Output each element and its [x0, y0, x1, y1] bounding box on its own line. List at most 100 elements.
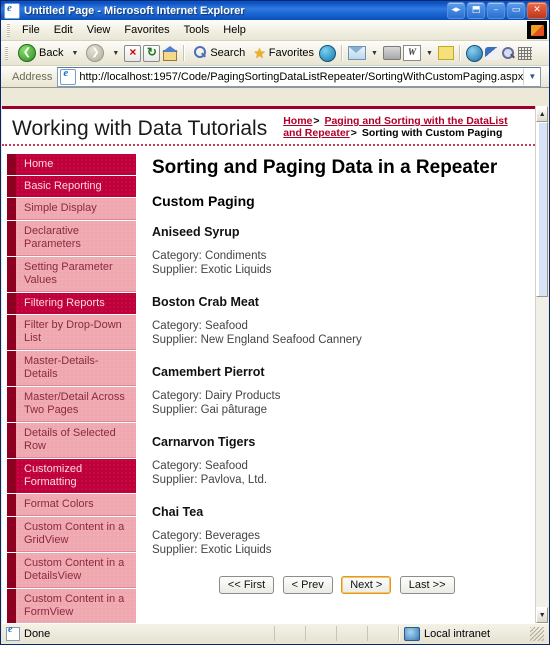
maximize-button[interactable]: ▭	[507, 2, 525, 19]
sidebar-tab-marker	[7, 387, 16, 422]
minimize-group-button[interactable]: ⬒	[467, 2, 485, 19]
sidebar-link-customized-formatting[interactable]: Customized Formatting	[16, 459, 136, 493]
restore-group-button[interactable]: ◂▸	[447, 2, 465, 19]
sidebar-link-details-of-selected-row[interactable]: Details of Selected Row	[16, 423, 136, 458]
scrollbar-thumb[interactable]	[536, 122, 548, 297]
sidebar-tab-marker	[7, 589, 16, 623]
print-icon[interactable]	[382, 46, 401, 60]
sidebar-link-custom-content-formview[interactable]: Custom Content in a FormView	[16, 589, 136, 623]
web-page: Working with Data Tutorials Home> Paging…	[2, 106, 536, 623]
sidebar-link-declarative-parameters[interactable]: Declarative Parameters	[16, 221, 136, 256]
sidebar-item-home[interactable]: Home	[7, 154, 136, 175]
sidebar-link-home[interactable]: Home	[16, 154, 136, 175]
sidebar-item-declarative-parameters[interactable]: Declarative Parameters	[7, 221, 136, 256]
mail-dropdown-icon[interactable]: ▼	[371, 50, 378, 57]
vertical-scrollbar[interactable]: ▲ ▼	[535, 106, 548, 623]
sidebar-item-filtering-reports[interactable]: Filtering Reports	[7, 293, 136, 314]
next-page-button[interactable]: Next >	[341, 576, 392, 594]
sidebar-item-details-of-selected-row[interactable]: Details of Selected Row	[7, 423, 136, 458]
find-icon[interactable]	[501, 46, 516, 60]
page-columns: Home Basic Reporting Simple Display Decl…	[2, 146, 535, 623]
forward-button[interactable]: ❯	[83, 43, 107, 63]
first-page-button[interactable]: << First	[218, 576, 275, 594]
mail-icon[interactable]	[348, 46, 367, 60]
window-controls: ◂▸ ⬒ – ▭ ✕	[447, 2, 547, 19]
sidebar-link-filter-by-drop-down-list[interactable]: Filter by Drop-Down List	[16, 315, 136, 350]
home-icon[interactable]	[162, 46, 179, 61]
refresh-icon[interactable]	[143, 44, 161, 62]
minimize-group-icon: ⬒	[471, 5, 481, 15]
sidebar-link-custom-content-detailsview[interactable]: Custom Content in a DetailsView	[16, 553, 136, 588]
go-button[interactable]: Go	[545, 68, 549, 85]
menu-grip[interactable]	[7, 23, 10, 37]
sidebar-link-format-colors[interactable]: Format Colors	[16, 494, 136, 516]
menu-tools[interactable]: Tools	[177, 22, 217, 38]
sidebar-tab-marker	[7, 459, 16, 493]
breadcrumb-home-link[interactable]: Home	[283, 115, 312, 127]
product-supplier: Supplier: Exotic Liquids	[152, 264, 272, 276]
back-button[interactable]: ❮ Back	[15, 43, 66, 63]
sidebar-item-format-colors[interactable]: Format Colors	[7, 494, 136, 516]
window-resize-grip[interactable]	[530, 626, 544, 641]
edit-word-icon[interactable]: W	[402, 45, 421, 61]
status-slot-1	[275, 626, 306, 641]
sidebar-item-customized-formatting[interactable]: Customized Formatting	[7, 459, 136, 493]
sidebar-item-setting-parameter-values[interactable]: Setting Parameter Values	[7, 257, 136, 292]
address-input[interactable]: http://localhost:1957/Code/PagingSorting…	[57, 66, 542, 87]
toolbar-separator-3	[458, 45, 461, 61]
minimize-button[interactable]: –	[487, 2, 505, 19]
site-title: Working with Data Tutorials	[12, 117, 268, 140]
address-dropdown-icon[interactable]: ▼	[523, 68, 540, 85]
sidebar-item-master-details-details[interactable]: Master-Details-Details	[7, 351, 136, 386]
menu-help[interactable]: Help	[216, 22, 253, 38]
security-zone-cell[interactable]: Local intranet	[399, 626, 548, 641]
messenger-icon[interactable]	[465, 44, 483, 62]
back-dropdown-icon[interactable]: ▼	[71, 50, 78, 57]
sidebar-item-custom-content-gridview[interactable]: Custom Content in a GridView	[7, 517, 136, 552]
sidebar-link-setting-parameter-values[interactable]: Setting Parameter Values	[16, 257, 136, 292]
edit-dropdown-icon[interactable]: ▼	[426, 50, 433, 57]
sidebar-item-filter-by-drop-down-list[interactable]: Filter by Drop-Down List	[7, 315, 136, 350]
sidebar-item-custom-content-detailsview[interactable]: Custom Content in a DetailsView	[7, 553, 136, 588]
sidebar-link-master-details-details[interactable]: Master-Details-Details	[16, 351, 136, 386]
sidebar-link-filtering-reports[interactable]: Filtering Reports	[16, 293, 136, 314]
prev-page-button[interactable]: < Prev	[282, 576, 333, 594]
status-slot-3	[337, 626, 368, 641]
product-record: Camembert Pierrot Category: Dairy Produc…	[152, 365, 521, 417]
real-icon[interactable]	[484, 46, 500, 60]
last-page-button[interactable]: Last >>	[399, 576, 455, 594]
scroll-up-button[interactable]: ▲	[536, 106, 548, 122]
toolbar-grip[interactable]	[5, 46, 8, 60]
search-button[interactable]: Search	[190, 45, 248, 61]
sidebar-item-basic-reporting[interactable]: Basic Reporting	[7, 176, 136, 197]
sidebar-link-basic-reporting[interactable]: Basic Reporting	[16, 176, 136, 197]
scroll-down-button[interactable]: ▼	[536, 607, 548, 623]
favorites-button[interactable]: ★ Favorites	[250, 45, 317, 61]
forward-icon: ❯	[86, 44, 105, 62]
sidebar-link-master-detail-across-two-pages[interactable]: Master/Detail Across Two Pages	[16, 387, 136, 422]
toolbar: ❮ Back ▼ ❯ ▼ Search ★ Favorites ▼ W ▼	[1, 41, 549, 66]
scrollbar-track[interactable]	[536, 122, 548, 607]
page-viewport: Working with Data Tutorials Home> Paging…	[2, 106, 548, 623]
history-icon[interactable]	[319, 44, 337, 62]
sidebar-link-custom-content-gridview[interactable]: Custom Content in a GridView	[16, 517, 136, 552]
sidebar-item-simple-display[interactable]: Simple Display	[7, 198, 136, 220]
sidebar-link-simple-display[interactable]: Simple Display	[16, 198, 136, 220]
sidebar-tab-marker	[7, 293, 16, 314]
product-supplier: Supplier: Gai pâturage	[152, 404, 268, 416]
search-icon	[193, 46, 207, 60]
minimize-icon: –	[493, 5, 499, 15]
close-icon: ✕	[533, 5, 541, 15]
notes-icon[interactable]	[437, 46, 454, 60]
menu-favorites[interactable]: Favorites	[117, 22, 176, 38]
stop-icon[interactable]	[124, 44, 142, 62]
sidebar-item-custom-content-formview[interactable]: Custom Content in a FormView	[7, 589, 136, 623]
sidebar-item-master-detail-across-two-pages[interactable]: Master/Detail Across Two Pages	[7, 387, 136, 422]
menu-edit[interactable]: Edit	[47, 22, 80, 38]
menu-view[interactable]: View	[80, 22, 118, 38]
window-app-icon	[4, 2, 20, 19]
forward-dropdown-icon[interactable]: ▼	[112, 50, 119, 57]
close-button[interactable]: ✕	[527, 2, 547, 19]
menu-file[interactable]: File	[15, 22, 47, 38]
grid-icon[interactable]	[517, 46, 532, 60]
